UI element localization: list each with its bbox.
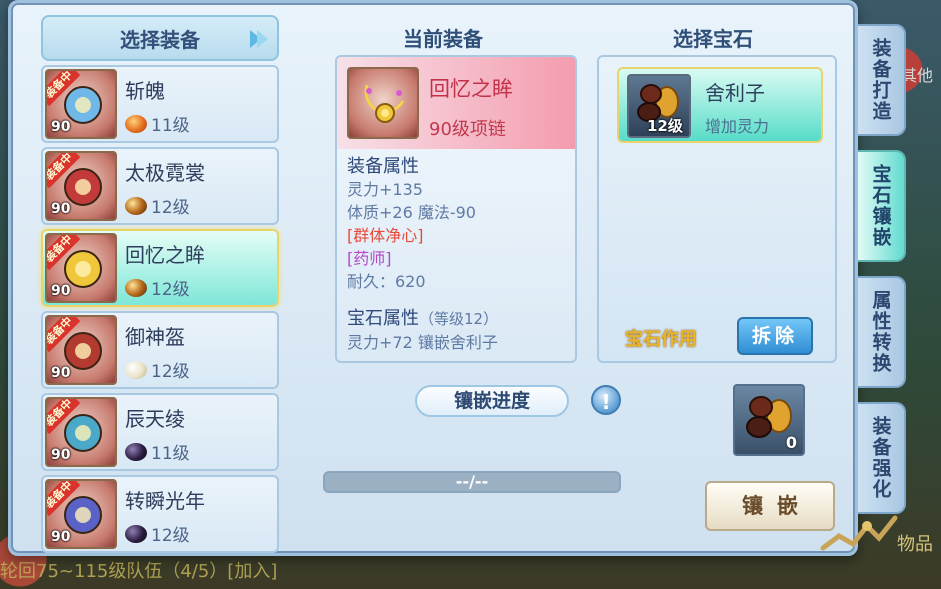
- equipment-gem-info: 12级: [125, 193, 190, 218]
- current-equipment-header: 回忆之眸 90级项链: [337, 57, 575, 149]
- equip-attr-title: 装备属性: [347, 156, 419, 177]
- equipment-name: 辰天绫: [125, 407, 185, 431]
- robe-icon: 装备中 90: [45, 151, 117, 221]
- equipment-gem-level: 12级: [151, 526, 190, 546]
- select-equipment-header: 选择装备: [41, 15, 279, 61]
- equipment-gem-info: 12级: [125, 521, 190, 546]
- sword-icon: 装备中 90: [45, 69, 117, 139]
- equipment-name: 回忆之眸: [125, 243, 205, 267]
- boots-icon: 装备中 90: [45, 479, 117, 549]
- side-tab-bar: 装备打造宝石镶嵌属性转换装备强化: [858, 24, 908, 528]
- equipment-gem-info: 11级: [125, 111, 190, 136]
- equipment-level: 90: [51, 447, 71, 463]
- team-invite-text[interactable]: 轮回75~115级队伍（4/5）[加入]: [0, 557, 277, 583]
- gem-name: 舍利子: [705, 81, 765, 105]
- equipment-gem-info: 11级: [125, 439, 190, 464]
- necklace-icon: [347, 67, 419, 139]
- gem-icon: [125, 524, 147, 543]
- current-equipment-name: 回忆之眸: [429, 77, 513, 101]
- gem-slot-count: 0: [785, 433, 797, 452]
- gem-list-panel: 12级 舍利子 增加灵力 宝石作用 拆除: [597, 55, 837, 363]
- gem-icon: [125, 278, 147, 297]
- equipment-level: 90: [51, 529, 71, 545]
- equipment-gem-level: 11级: [151, 116, 190, 136]
- gem-icon: [125, 114, 147, 133]
- special-effect: [群体净心]: [347, 226, 424, 245]
- attr-line: 灵力+135: [347, 180, 423, 199]
- attr-line: 体质+26 魔法-90: [347, 203, 476, 222]
- gem-effect-link[interactable]: 宝石作用: [625, 325, 697, 351]
- chevron-right-icon[interactable]: [245, 26, 271, 52]
- tab-attribute-convert[interactable]: 属性转换: [858, 276, 906, 388]
- equipment-name: 御神盔: [125, 325, 185, 349]
- gem-slot[interactable]: 0: [733, 384, 805, 456]
- gem-icon: [125, 360, 147, 379]
- tab-equipment-forge[interactable]: 装备打造: [858, 24, 906, 136]
- tab-equipment-enhance[interactable]: 装备强化: [858, 402, 906, 514]
- equipment-attributes[interactable]: 装备属性 灵力+135 体质+26 魔法-90 [群体净心] [药师] 耐久：6…: [337, 149, 575, 360]
- helmet-icon: 装备中 90: [45, 315, 117, 385]
- equipment-gem-info: 12级: [125, 357, 190, 382]
- equipment-list: 装备中 90 斩魄 11级 装备中 90 太极霓裳 12级 装备中 90 回忆之…: [41, 65, 279, 553]
- durability: 耐久：620: [347, 272, 426, 291]
- sarira-gem-icon: 12级: [627, 74, 691, 138]
- necklace-icon: 装备中 90: [45, 233, 117, 303]
- remove-gem-button[interactable]: 拆除: [737, 317, 813, 355]
- current-equipment-title: 当前装备: [403, 27, 483, 51]
- gem-attr-level: （等级12）: [419, 310, 499, 328]
- gem-icon: [125, 196, 147, 215]
- ribbon-icon: 装备中 90: [45, 397, 117, 467]
- equipment-level: 90: [51, 365, 71, 381]
- equipment-level: 90: [51, 201, 71, 217]
- gem-icon: [125, 442, 147, 461]
- equipment-item[interactable]: 装备中 90 回忆之眸 12级: [41, 229, 279, 307]
- gem-level: 12级: [647, 117, 683, 135]
- equipment-item[interactable]: 装备中 90 太极霓裳 12级: [41, 147, 279, 225]
- gem-inlay-panel: 选择装备 装备中 90 斩魄 11级 装备中 90 太极霓裳 12级 装备中 9…: [8, 0, 898, 557]
- current-equipment-type: 90级项链: [429, 119, 506, 140]
- inlay-progress-label: 镶嵌进度: [415, 385, 569, 417]
- select-equipment-title: 选择装备: [120, 27, 200, 52]
- equipment-list-column: 选择装备 装备中 90 斩魄 11级 装备中 90 太极霓裳 12级 装备中 9…: [41, 15, 279, 557]
- equipment-gem-level: 12级: [151, 198, 190, 218]
- equipment-name: 转瞬光年: [125, 489, 205, 513]
- equipment-level: 90: [51, 283, 71, 299]
- special-skill: [药师]: [347, 249, 392, 268]
- equipment-item[interactable]: 装备中 90 辰天绫 11级: [41, 393, 279, 471]
- equipment-name: 太极霓裳: [125, 161, 205, 185]
- equipment-item[interactable]: 装备中 90 御神盔 12级: [41, 311, 279, 389]
- gem-card-sarira[interactable]: 12级 舍利子 增加灵力: [617, 67, 823, 143]
- equipment-gem-level: 12级: [151, 280, 190, 300]
- gem-attr-title-text: 宝石属性: [347, 308, 419, 329]
- select-gem-title: 选择宝石: [673, 27, 753, 51]
- equipment-gem-info: 12级: [125, 275, 190, 300]
- equipment-item[interactable]: 装备中 90 斩魄 11级: [41, 65, 279, 143]
- inlay-button[interactable]: 镶嵌: [705, 481, 835, 531]
- equipment-gem-level: 11级: [151, 444, 190, 464]
- inlay-progress-text: --/--: [455, 472, 489, 491]
- gem-attr-line: 灵力+72 镶嵌舍利子: [347, 333, 498, 352]
- background-label-items: 物品: [897, 534, 933, 555]
- equipment-name: 斩魄: [125, 79, 165, 103]
- tab-gem-inlay[interactable]: 宝石镶嵌: [858, 150, 906, 262]
- inlay-progress-bar: --/--: [323, 471, 621, 493]
- gem-attr-title: 宝石属性（等级12）: [347, 307, 565, 331]
- equipment-level: 90: [51, 119, 71, 135]
- info-icon[interactable]: !: [591, 385, 621, 415]
- equipment-gem-level: 12级: [151, 362, 190, 382]
- current-equipment-panel: 回忆之眸 90级项链 装备属性 灵力+135 体质+26 魔法-90 [群体净心…: [335, 55, 577, 363]
- gem-description: 增加灵力: [705, 117, 770, 136]
- equipment-item[interactable]: 装备中 90 转瞬光年 12级: [41, 475, 279, 553]
